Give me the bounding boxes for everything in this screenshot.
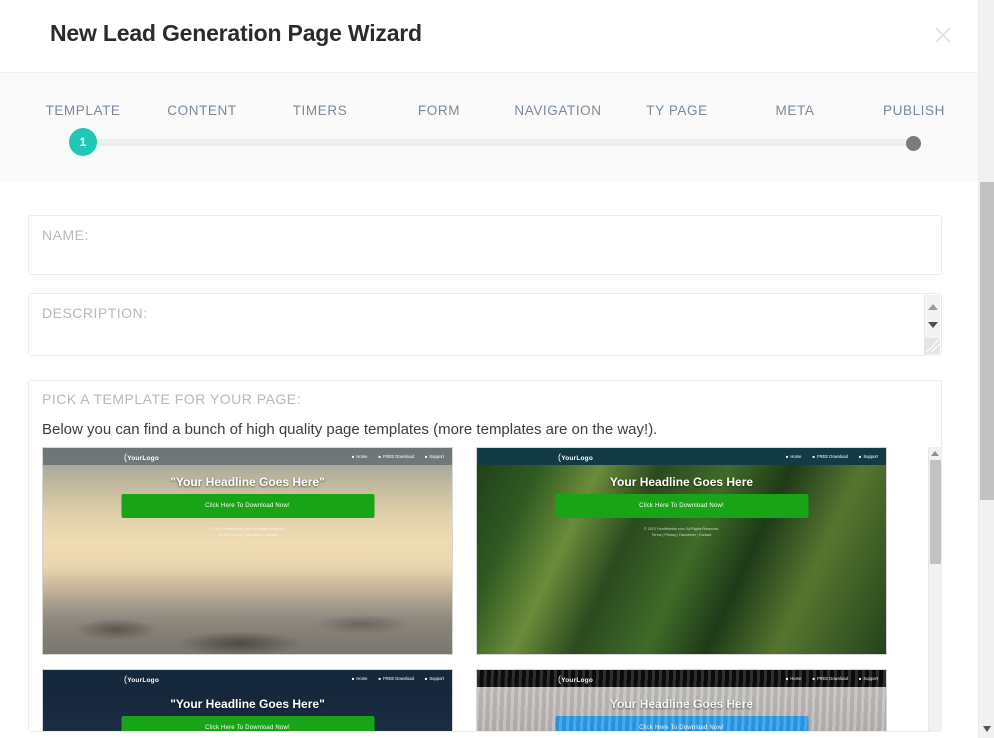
template-headline: "Your Headline Goes Here" xyxy=(170,697,325,711)
template-footer-links: Terms | Privacy | Disclaimer | Contact xyxy=(651,533,712,537)
template-headline: Your Headline Goes Here xyxy=(609,697,754,711)
template-nav-link: Home xyxy=(786,676,801,681)
scroll-up-icon[interactable] xyxy=(928,304,938,310)
scroll-up-icon[interactable] xyxy=(931,451,939,456)
templates-grid: (YourLogo Home FREE Download Support "Your H… xyxy=(42,447,915,731)
template-mini-nav: (YourLogo Home FREE Download Support xyxy=(477,670,886,687)
scroll-down-icon[interactable] xyxy=(983,726,991,732)
template-nav-links: Home FREE Download Support xyxy=(352,454,444,459)
template-nav-link: Support xyxy=(425,454,444,459)
picker-description: Below you can find a bunch of high quali… xyxy=(42,421,658,438)
template-hero: Your Headline Goes Here Click Here To Dow… xyxy=(477,465,886,654)
template-nav-link: FREE Download xyxy=(379,454,414,459)
template-nav-links: Home FREE Download Support xyxy=(352,676,444,681)
template-card[interactable]: (YourLogo Home FREE Download Support Your He… xyxy=(476,447,887,655)
template-headline: Your Headline Goes Here xyxy=(609,475,754,489)
template-cta-button: Click Here To Download Now! xyxy=(555,494,808,518)
step-indicator-publish[interactable] xyxy=(906,136,921,151)
template-nav-link: Support xyxy=(425,676,444,681)
template-hero: "Your Headline Goes Here" Click Here To D… xyxy=(43,687,452,731)
template-headline: "Your Headline Goes Here" xyxy=(170,475,325,489)
scrollbar-thumb[interactable] xyxy=(930,460,941,564)
step-indicator-current[interactable]: 1 xyxy=(69,128,97,156)
step-number: 1 xyxy=(79,135,87,149)
name-placeholder: NAME: xyxy=(42,227,89,243)
wizard-modal: New Lead Generation Page Wizard TEMPLATE… xyxy=(0,0,994,738)
wizard-steps-bar: TEMPLATE CONTENT TIMERS FORM NAVIGATION TY PA… xyxy=(0,72,978,182)
step-tab-timers[interactable]: TIMERS xyxy=(293,103,348,118)
template-logo: (YourLogo xyxy=(557,451,594,462)
template-logo: (YourLogo xyxy=(123,673,160,684)
step-tab-navigation[interactable]: NAVIGATION xyxy=(514,103,601,118)
template-card[interactable]: (YourLogo Home FREE Download Support "Your H… xyxy=(42,447,453,655)
template-footer: © 2015 YourWebsite.com. All Rights Reser… xyxy=(477,526,886,538)
template-nav-link: Home xyxy=(352,454,367,459)
step-tab-template[interactable]: TEMPLATE xyxy=(45,103,120,118)
template-footer: © 2015 YourWebsite.com. All Rights Reser… xyxy=(43,526,452,538)
template-mini-nav: (YourLogo Home FREE Download Support xyxy=(477,448,886,465)
template-logo: (YourLogo xyxy=(123,451,160,462)
template-cta-button: Click Here To Download Now! xyxy=(121,716,374,731)
description-placeholder: DESCRIPTION: xyxy=(42,305,148,321)
name-input[interactable]: NAME: xyxy=(28,215,942,275)
modal-header: New Lead Generation Page Wizard xyxy=(0,0,978,72)
template-nav-links: Home FREE Download Support xyxy=(786,676,878,681)
template-logo: (YourLogo xyxy=(557,673,594,684)
templates-scroller: (YourLogo Home FREE Download Support "Your H… xyxy=(42,447,930,731)
template-nav-link: FREE Download xyxy=(813,454,848,459)
picker-legend: PICK A TEMPLATE FOR YOUR PAGE: xyxy=(42,391,302,407)
template-nav-link: Support xyxy=(859,454,878,459)
template-nav-link: FREE Download xyxy=(813,676,848,681)
template-mini-nav: (YourLogo Home FREE Download Support xyxy=(43,670,452,687)
template-logo-text: YourLogo xyxy=(127,676,160,684)
template-footer-links: Terms | Privacy | Disclaimer | Contact xyxy=(217,533,278,537)
template-card[interactable]: (YourLogo Home FREE Download Support Your He… xyxy=(476,669,887,731)
step-tab-ty-page[interactable]: TY PAGE xyxy=(646,103,707,118)
step-labels: TEMPLATE CONTENT TIMERS FORM NAVIGATION TY PA… xyxy=(0,103,978,123)
template-mini-nav: (YourLogo Home FREE Download Support xyxy=(43,448,452,465)
template-nav-link: Home xyxy=(352,676,367,681)
scrollbar-thumb[interactable] xyxy=(980,182,994,500)
template-hero: Your Headline Goes Here Click Here To Dow… xyxy=(477,687,886,731)
template-cta-button: Click Here To Download Now! xyxy=(555,716,808,731)
close-icon[interactable] xyxy=(926,18,960,52)
page-title: New Lead Generation Page Wizard xyxy=(50,20,422,46)
textarea-resize-handle[interactable] xyxy=(924,338,940,354)
scroll-down-icon[interactable] xyxy=(928,322,938,328)
template-nav-link: FREE Download xyxy=(379,676,414,681)
step-tab-form[interactable]: FORM xyxy=(418,103,460,118)
template-card[interactable]: (YourLogo Home FREE Download Support "Your H… xyxy=(42,669,453,731)
template-logo-text: YourLogo xyxy=(561,676,594,684)
template-picker-panel: PICK A TEMPLATE FOR YOUR PAGE: Below you… xyxy=(28,380,942,732)
template-cta-button: Click Here To Download Now! xyxy=(121,494,374,518)
modal-body: NAME: DESCRIPTION: PICK A TEMPLATE FOR Y… xyxy=(0,182,978,738)
description-textarea[interactable]: DESCRIPTION: xyxy=(28,293,942,356)
template-hero: "Your Headline Goes Here" Click Here To D… xyxy=(43,465,452,654)
step-tab-meta[interactable]: META xyxy=(776,103,815,118)
template-logo-text: YourLogo xyxy=(127,454,160,462)
step-tab-content[interactable]: CONTENT xyxy=(167,103,236,118)
templates-scrollbar[interactable] xyxy=(928,447,941,731)
progress-track[interactable] xyxy=(83,139,914,146)
step-tab-publish[interactable]: PUBLISH xyxy=(883,103,945,118)
template-nav-links: Home FREE Download Support xyxy=(786,454,878,459)
template-logo-text: YourLogo xyxy=(561,454,594,462)
page-scrollbar[interactable] xyxy=(978,0,994,738)
template-nav-link: Support xyxy=(859,676,878,681)
template-nav-link: Home xyxy=(786,454,801,459)
